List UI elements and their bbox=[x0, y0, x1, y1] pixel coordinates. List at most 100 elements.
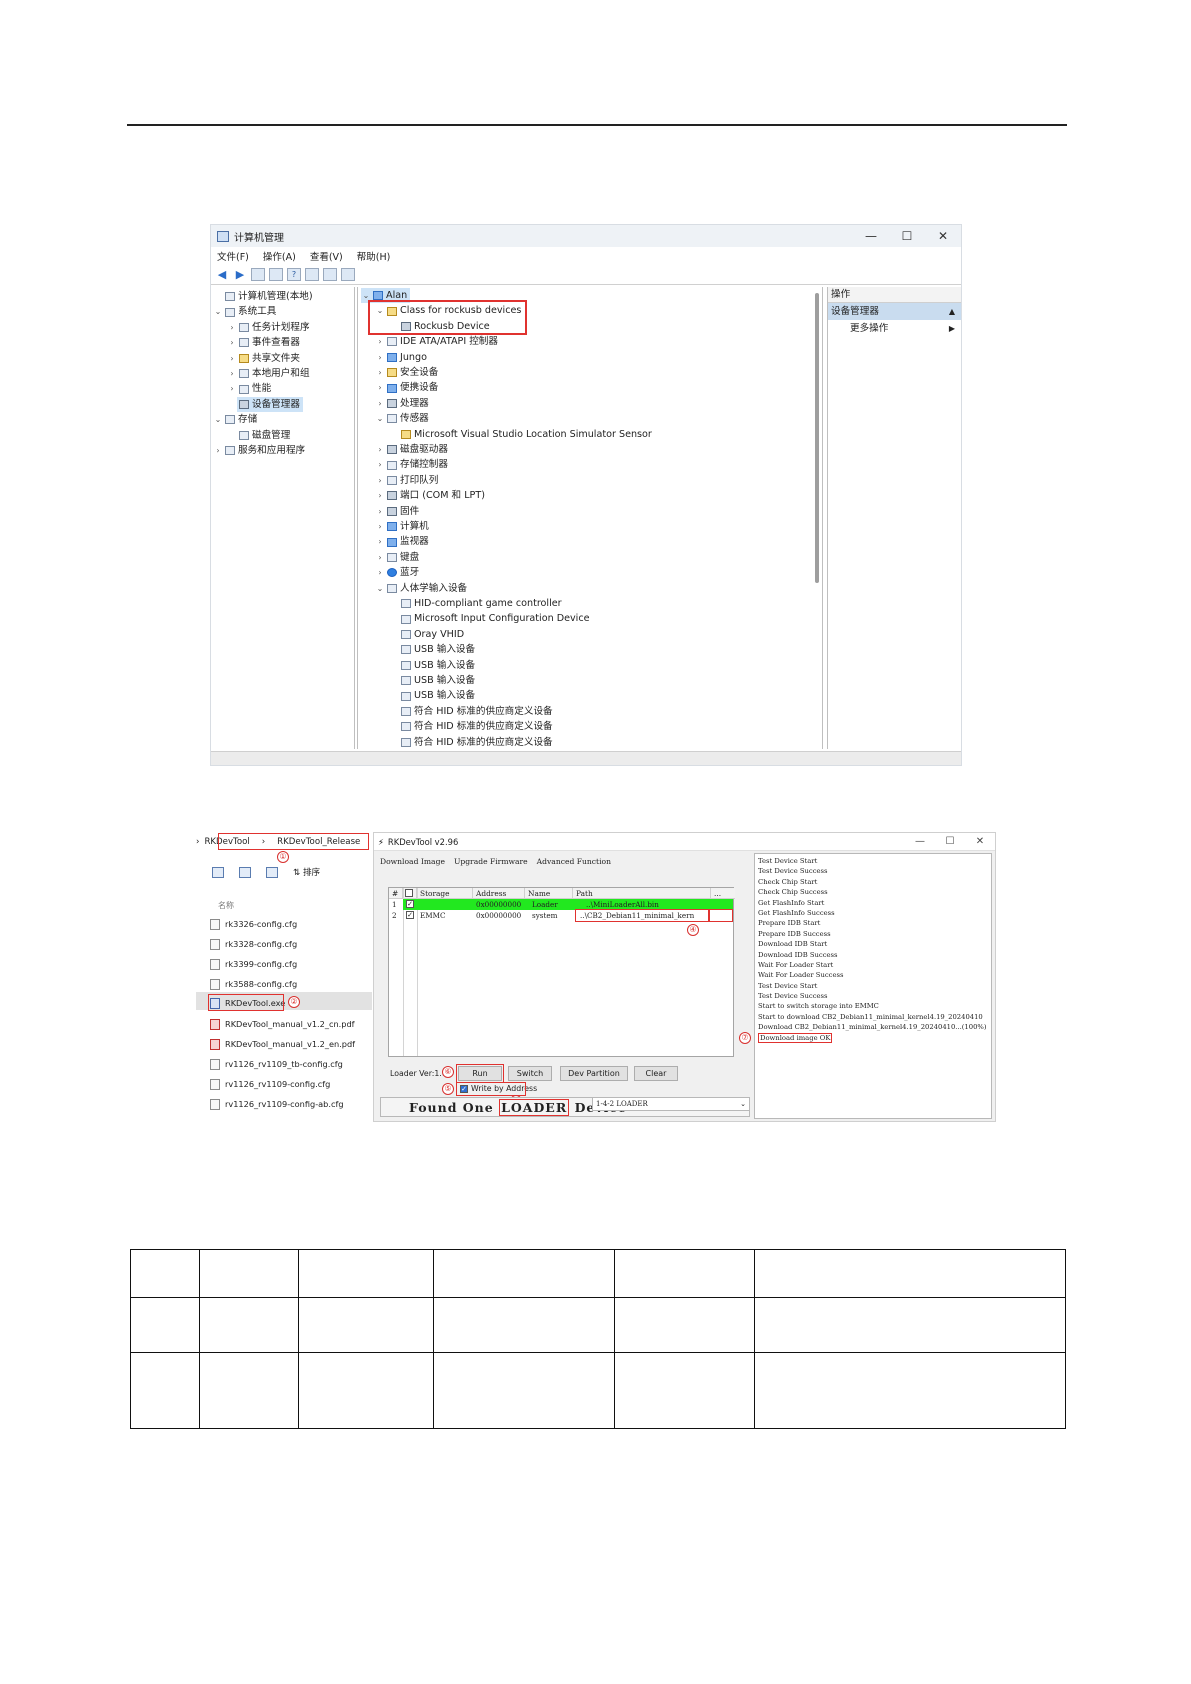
forward-arrow-icon[interactable]: ▶ bbox=[233, 268, 247, 281]
maximize-button[interactable]: ☐ bbox=[889, 229, 925, 243]
col-check[interactable] bbox=[403, 888, 417, 899]
device-category[interactable]: › 存储控制器 bbox=[375, 457, 448, 472]
device-category[interactable]: › 便携设备 bbox=[375, 380, 438, 395]
tree-item[interactable]: › 本地用户和组 bbox=[227, 366, 309, 381]
more-actions[interactable]: 更多操作 ▶ bbox=[828, 320, 961, 337]
device-category[interactable]: › Jungo bbox=[375, 350, 427, 365]
firmware-icon bbox=[387, 506, 397, 516]
device-item[interactable]: USB 输入设备 bbox=[399, 688, 475, 703]
device-item[interactable]: 符合 HID 标准的供应商定义设备 bbox=[399, 735, 553, 750]
device-category[interactable]: › 端口 (COM 和 LPT) bbox=[375, 488, 485, 503]
menu-help[interactable]: 帮助(H) bbox=[357, 249, 391, 263]
tree-item[interactable]: 计算机管理(本地) bbox=[213, 289, 313, 304]
monitor-icon[interactable] bbox=[341, 268, 355, 281]
select-all-checkbox[interactable] bbox=[405, 889, 413, 897]
vertical-scrollbar[interactable] bbox=[815, 293, 819, 583]
security-device-icon bbox=[387, 368, 397, 378]
device-category[interactable]: › 安全设备 bbox=[375, 365, 438, 380]
shared-folder-icon bbox=[239, 353, 249, 363]
col-path: Path bbox=[573, 888, 711, 899]
tools-icon bbox=[225, 307, 235, 317]
tree-item-device-manager[interactable]: 设备管理器 bbox=[237, 396, 303, 413]
minimize-button[interactable]: — bbox=[905, 836, 935, 847]
log-line: Prepare IDB Success bbox=[758, 929, 831, 938]
table-row bbox=[130, 1249, 1066, 1298]
up-folder-icon[interactable] bbox=[251, 268, 265, 281]
sort-button[interactable]: ⇅ 排序 bbox=[293, 866, 320, 878]
switch-button[interactable]: Switch bbox=[508, 1066, 552, 1081]
clear-button[interactable]: Clear bbox=[634, 1066, 678, 1081]
tree-item[interactable]: ⌄ 系统工具 bbox=[213, 304, 277, 319]
tree-item[interactable]: › 性能 bbox=[227, 381, 271, 396]
copy-icon[interactable] bbox=[212, 866, 224, 878]
file-item[interactable]: rk3326-config.cfg bbox=[210, 916, 297, 932]
highlight-run bbox=[456, 1064, 504, 1083]
menu-view[interactable]: 查看(V) bbox=[310, 249, 343, 263]
share-icon[interactable] bbox=[239, 866, 251, 878]
row-checkbox[interactable]: ✓ bbox=[406, 900, 414, 908]
back-arrow-icon[interactable]: ◀ bbox=[215, 268, 229, 281]
tree-item[interactable]: › 任务计划程序 bbox=[227, 320, 309, 335]
device-item[interactable]: USB 输入设备 bbox=[399, 658, 475, 673]
bluetooth-icon bbox=[387, 568, 397, 578]
tab-upgrade-firmware[interactable]: Upgrade Firmware bbox=[454, 857, 528, 866]
device-item[interactable]: USB 输入设备 bbox=[399, 642, 475, 657]
actions-section[interactable]: 设备管理器 ▲ bbox=[828, 303, 961, 320]
log-line: Start to switch storage into EMMC bbox=[758, 1002, 879, 1011]
device-category[interactable]: ⌄ 传感器 bbox=[375, 411, 429, 426]
tab-advanced-function[interactable]: Advanced Function bbox=[537, 857, 611, 866]
menu-file[interactable]: 文件(F) bbox=[217, 249, 249, 263]
row-checkbox[interactable]: ✓ bbox=[406, 911, 414, 919]
column-name[interactable]: 名称 bbox=[218, 900, 234, 911]
device-item[interactable]: 符合 HID 标准的供应商定义设备 bbox=[399, 719, 553, 734]
device-item[interactable]: 符合 HID 标准的供应商定义设备 bbox=[399, 704, 553, 719]
menu-action[interactable]: 操作(A) bbox=[263, 249, 296, 263]
device-category[interactable]: › 处理器 bbox=[375, 396, 428, 411]
device-item[interactable]: Oray VHID bbox=[399, 627, 464, 642]
device-category[interactable]: › IDE ATA/ATAPI 控制器 bbox=[375, 334, 498, 349]
rkdevtool-window: ⚡ RKDevTool v2.96 — ☐ ✕ Download Image U… bbox=[373, 832, 996, 1122]
export-list-icon[interactable] bbox=[323, 268, 337, 281]
tree-item[interactable]: › 服务和应用程序 bbox=[213, 443, 305, 458]
show-hide-tree-icon[interactable] bbox=[269, 268, 283, 281]
device-category[interactable]: › 监视器 bbox=[375, 534, 428, 549]
device-item[interactable]: HID-compliant game controller bbox=[399, 596, 562, 611]
close-button[interactable]: ✕ bbox=[965, 836, 995, 847]
device-category[interactable]: › 固件 bbox=[375, 504, 419, 519]
maximize-button[interactable]: ☐ bbox=[935, 836, 965, 847]
tree-item[interactable]: 磁盘管理 bbox=[237, 428, 290, 443]
file-item[interactable]: rv1126_rv1109-config-ab.cfg bbox=[210, 1096, 344, 1112]
log-line: Test Device Success bbox=[758, 867, 828, 876]
device-category[interactable]: › 磁盘驱动器 bbox=[375, 442, 448, 457]
file-item[interactable]: rk3399-config.cfg bbox=[210, 956, 297, 972]
dev-partition-button[interactable]: Dev Partition bbox=[560, 1066, 628, 1081]
tree-item[interactable]: ⌄ 存储 bbox=[213, 412, 258, 427]
device-category[interactable]: › 键盘 bbox=[375, 550, 419, 565]
device-item[interactable]: Microsoft Visual Studio Location Simulat… bbox=[399, 427, 652, 442]
submenu-arrow-icon: ▶ bbox=[948, 324, 955, 333]
device-category[interactable]: › 蓝牙 bbox=[375, 565, 419, 580]
properties-icon[interactable] bbox=[305, 268, 319, 281]
file-item[interactable]: RKDevTool_manual_v1.2_cn.pdf bbox=[210, 1016, 355, 1032]
tab-download-image[interactable]: Download Image bbox=[380, 857, 445, 866]
empty-table bbox=[130, 1249, 1066, 1429]
device-category[interactable]: › 计算机 bbox=[375, 519, 428, 534]
close-button[interactable]: ✕ bbox=[925, 229, 961, 243]
file-item[interactable]: rk3328-config.cfg bbox=[210, 936, 297, 952]
chevron-down-icon: ⌄ bbox=[740, 1100, 746, 1108]
device-item[interactable]: USB 输入设备 bbox=[399, 673, 475, 688]
tree-item[interactable]: › 事件查看器 bbox=[227, 335, 300, 350]
minimize-button[interactable]: — bbox=[853, 229, 889, 243]
hid-device-icon bbox=[401, 706, 411, 716]
help-icon[interactable]: ? bbox=[287, 268, 301, 281]
delete-icon[interactable] bbox=[266, 866, 278, 878]
device-select[interactable]: 1-4-2 LOADER ⌄ bbox=[592, 1097, 750, 1111]
file-item[interactable]: RKDevTool_manual_v1.2_en.pdf bbox=[210, 1036, 355, 1052]
file-item[interactable]: rv1126_rv1109-config.cfg bbox=[210, 1076, 330, 1092]
tree-item[interactable]: › 共享文件夹 bbox=[227, 351, 300, 366]
device-category[interactable]: › 打印队列 bbox=[375, 473, 438, 488]
file-item[interactable]: rk3588-config.cfg bbox=[210, 976, 297, 992]
device-item[interactable]: Microsoft Input Configuration Device bbox=[399, 611, 590, 626]
device-category[interactable]: ⌄ 人体学输入设备 bbox=[375, 581, 468, 596]
file-item[interactable]: rv1126_rv1109_tb-config.cfg bbox=[210, 1056, 343, 1072]
